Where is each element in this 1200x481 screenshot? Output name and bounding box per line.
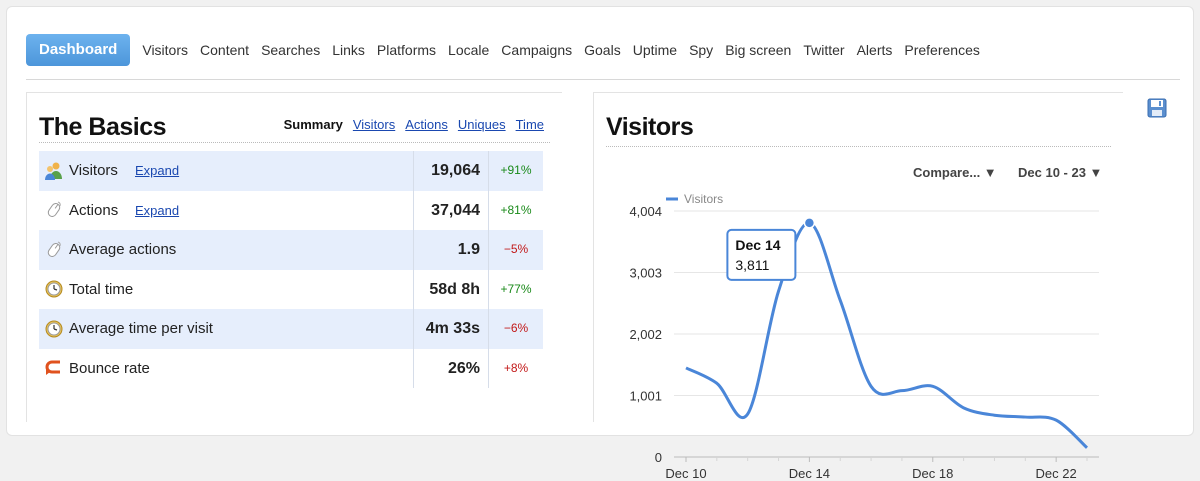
x-tick-label: Dec 10 [665, 466, 706, 481]
data-point[interactable] [1084, 445, 1090, 451]
basics-row-total-time: Total time 58d 8h +77% [39, 269, 543, 309]
basics-title: The Basics [39, 113, 167, 141]
nav-dashboard-tab[interactable]: Dashboard [26, 34, 131, 66]
basics-row-visitors: Visitors Expand 19,064 +91% [39, 151, 543, 191]
row-change: +81% [500, 202, 532, 217]
row-value: 1.9 [413, 230, 489, 270]
row-value: 58d 8h [413, 269, 489, 309]
row-change: +8% [503, 360, 529, 375]
row-label: Actions [69, 201, 119, 219]
mouse-icon [39, 240, 69, 260]
nav-link-searches[interactable]: Searches [261, 42, 320, 58]
nav-link-campaigns[interactable]: Campaigns [501, 42, 572, 58]
visitors-title: Visitors [606, 113, 694, 141]
basics-row-average-actions: Average actions 1.9 −5% [39, 230, 543, 270]
visitors-header: Visitors [606, 103, 1111, 147]
basics-rows: Visitors Expand 19,064 +91% Actions Expand 37,… [39, 151, 543, 388]
basics-tabs: Summary Visitors Actions Uniques Time [274, 117, 544, 132]
nav-divider [26, 79, 1180, 80]
nav-link-big-screen[interactable]: Big screen [725, 42, 791, 58]
legend-label: Visitors [684, 192, 723, 206]
clock-icon [39, 279, 69, 299]
chart-tooltip: Dec 14 3,811 [726, 228, 797, 281]
nav-link-visitors[interactable]: Visitors [142, 42, 188, 58]
row-change: −6% [503, 321, 529, 335]
tab-uniques[interactable]: Uniques [458, 117, 506, 132]
data-point[interactable] [683, 365, 689, 371]
expand-link[interactable]: Expand [135, 163, 179, 178]
row-value: 4m 33s [413, 309, 489, 349]
compare-dropdown[interactable]: Compare... ▼ [913, 165, 997, 180]
tab-actions[interactable]: Actions [405, 117, 448, 132]
nav-link-spy[interactable]: Spy [689, 42, 713, 58]
tooltip-date: Dec 14 [735, 237, 780, 253]
y-tick-label: 0 [655, 450, 662, 465]
data-point[interactable] [930, 383, 936, 389]
nav-link-alerts[interactable]: Alerts [857, 42, 893, 58]
row-change: +91% [500, 163, 532, 177]
data-point[interactable] [1053, 417, 1059, 423]
data-point[interactable] [868, 383, 874, 389]
row-label: Visitors [69, 162, 118, 180]
data-point[interactable] [776, 288, 782, 294]
x-tick-label: Dec 14 [789, 466, 830, 481]
basics-row-average-time-per-visit: Average time per visit 4m 33s −6% [39, 309, 543, 349]
basics-row-bounce-rate: Bounce rate 26% +8% [39, 348, 543, 388]
x-tick-label: Dec 22 [1036, 466, 1077, 481]
top-nav: Dashboard Visitors Content Searches Links Pl… [26, 26, 1174, 74]
nav-link-platforms[interactable]: Platforms [377, 42, 436, 58]
data-point[interactable] [961, 405, 967, 411]
tooltip-value: 3,811 [735, 257, 769, 273]
clock-icon [39, 319, 69, 339]
data-point[interactable] [745, 411, 751, 417]
nav-link-goals[interactable]: Goals [584, 42, 621, 58]
nav-link-locale[interactable]: Locale [448, 42, 489, 58]
row-change: −5% [503, 242, 529, 256]
tab-summary[interactable]: Summary [284, 117, 343, 132]
nav-link-preferences[interactable]: Preferences [904, 42, 979, 58]
data-point[interactable] [899, 388, 905, 394]
y-tick-label: 3,003 [629, 266, 662, 281]
data-point[interactable] [714, 380, 720, 386]
row-change: +77% [500, 281, 532, 296]
data-point[interactable] [803, 217, 816, 229]
save-icon[interactable] [1147, 98, 1167, 118]
data-point[interactable] [1022, 414, 1028, 420]
visitors-panel: Visitors Compare... ▼ Dec 10 - 23 ▼ Visi… [593, 92, 1123, 481]
y-tick-label: 2,002 [629, 327, 662, 342]
visitors-icon [39, 161, 69, 181]
nav-link-twitter[interactable]: Twitter [803, 42, 844, 58]
data-point[interactable] [991, 412, 997, 418]
basics-panel: The Basics Summary Visitors Actions Unique… [26, 92, 562, 422]
row-value: 37,044 [413, 190, 489, 230]
nav-link-content[interactable]: Content [200, 42, 249, 58]
row-value: 26% [413, 348, 489, 388]
row-value: 19,064 [413, 151, 489, 191]
tab-time[interactable]: Time [516, 117, 544, 132]
date-range-dropdown[interactable]: Dec 10 - 23 ▼ [1018, 165, 1102, 180]
tab-visitors[interactable]: Visitors [353, 117, 395, 132]
x-tick-label: Dec 18 [912, 466, 953, 481]
bounce-icon [39, 358, 69, 378]
expand-link[interactable]: Expand [135, 203, 179, 218]
visitors-chart: Visitors 0 1,001 2,002 3,003 4,004 Dec 10 Dec 1… [629, 192, 1099, 481]
data-point[interactable] [837, 297, 843, 303]
mouse-icon [39, 200, 69, 220]
y-tick-label: 1,001 [629, 389, 662, 404]
y-tick-label: 4,004 [629, 204, 662, 219]
basics-header: The Basics Summary Visitors Actions Unique… [39, 103, 550, 143]
nav-link-uptime[interactable]: Uptime [633, 42, 677, 58]
nav-link-links[interactable]: Links [332, 42, 365, 58]
basics-row-actions: Actions Expand 37,044 +81% [39, 190, 543, 230]
